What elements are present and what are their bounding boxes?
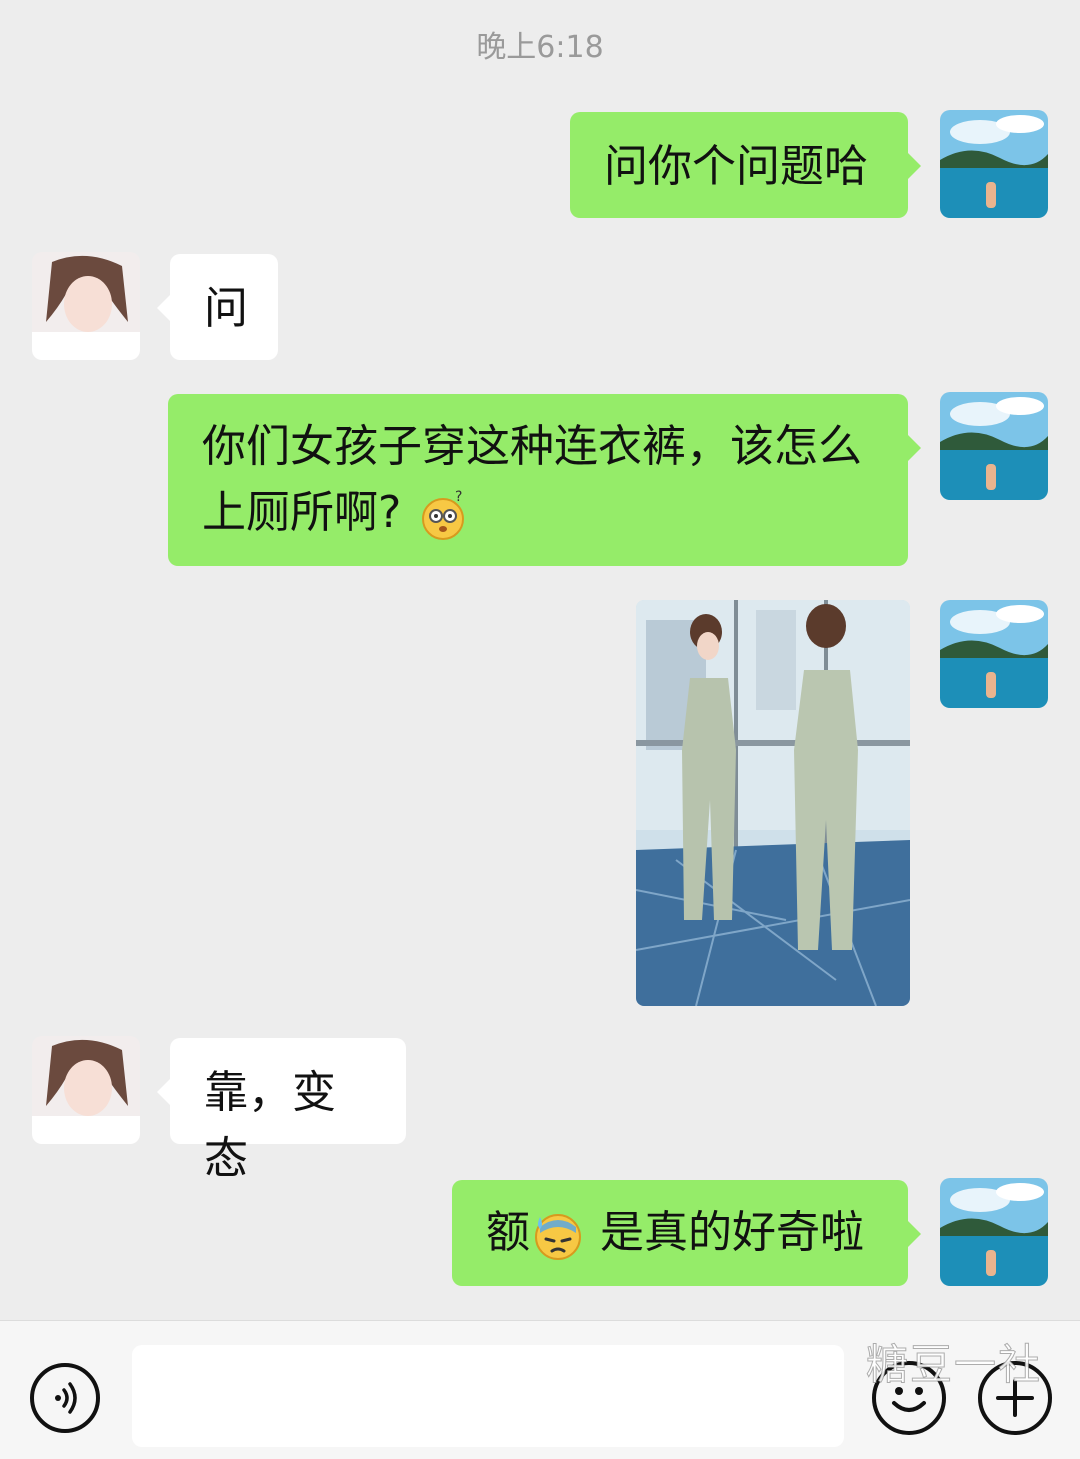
girl-avatar-image [32, 1036, 140, 1144]
watermark: 糖豆一社 [865, 1340, 1043, 1390]
jumpsuit-photo[interactable] [636, 600, 910, 1006]
dizzy-face-icon: ? [415, 487, 471, 543]
landscape-avatar-image [940, 392, 1048, 500]
message-text: 问你个问题哈 [604, 141, 868, 192]
chat-timestamp: 晚上6:18 [476, 30, 604, 65]
girl-avatar-image [32, 252, 140, 360]
message-bubble-outgoing[interactable]: 你们女孩子穿这种连衣裤，该怎么 上厕所啊? ? [168, 394, 921, 566]
landscape-avatar-image [940, 1178, 1048, 1286]
message-bubble-outgoing[interactable]: 额 是真的好奇啦 [452, 1180, 921, 1286]
message-text-after: 是真的好奇啦 [586, 1207, 864, 1258]
landscape-avatar-image [940, 110, 1048, 218]
voice-icon[interactable] [30, 1363, 100, 1433]
contact-avatar[interactable] [32, 252, 140, 360]
message-input[interactable] [132, 1345, 844, 1447]
svg-text:?: ? [455, 489, 462, 505]
message-text: 问 [204, 283, 248, 334]
message-text-line2: 上厕所啊? ? [202, 480, 874, 546]
contact-avatar[interactable] [32, 1036, 140, 1144]
landscape-avatar-image [940, 600, 1048, 708]
message-bubble-incoming[interactable]: 问 [157, 254, 278, 360]
input-bar: 糖豆一社 [0, 1320, 1080, 1459]
my-avatar[interactable] [940, 110, 1048, 218]
message-text-before: 额 [486, 1207, 530, 1258]
sweat-face-icon [530, 1207, 586, 1263]
message-text-line2-text: 上厕所啊? [202, 487, 402, 538]
my-avatar[interactable] [940, 1178, 1048, 1286]
message-bubble-incoming[interactable]: 靠，变态 [157, 1038, 406, 1184]
my-avatar[interactable] [940, 600, 1048, 708]
message-text: 靠，变态 [204, 1067, 336, 1184]
message-bubble-outgoing[interactable]: 问你个问题哈 [570, 112, 921, 218]
message-text-line1: 你们女孩子穿这种连衣裤，该怎么 [202, 421, 862, 472]
my-avatar[interactable] [940, 392, 1048, 500]
